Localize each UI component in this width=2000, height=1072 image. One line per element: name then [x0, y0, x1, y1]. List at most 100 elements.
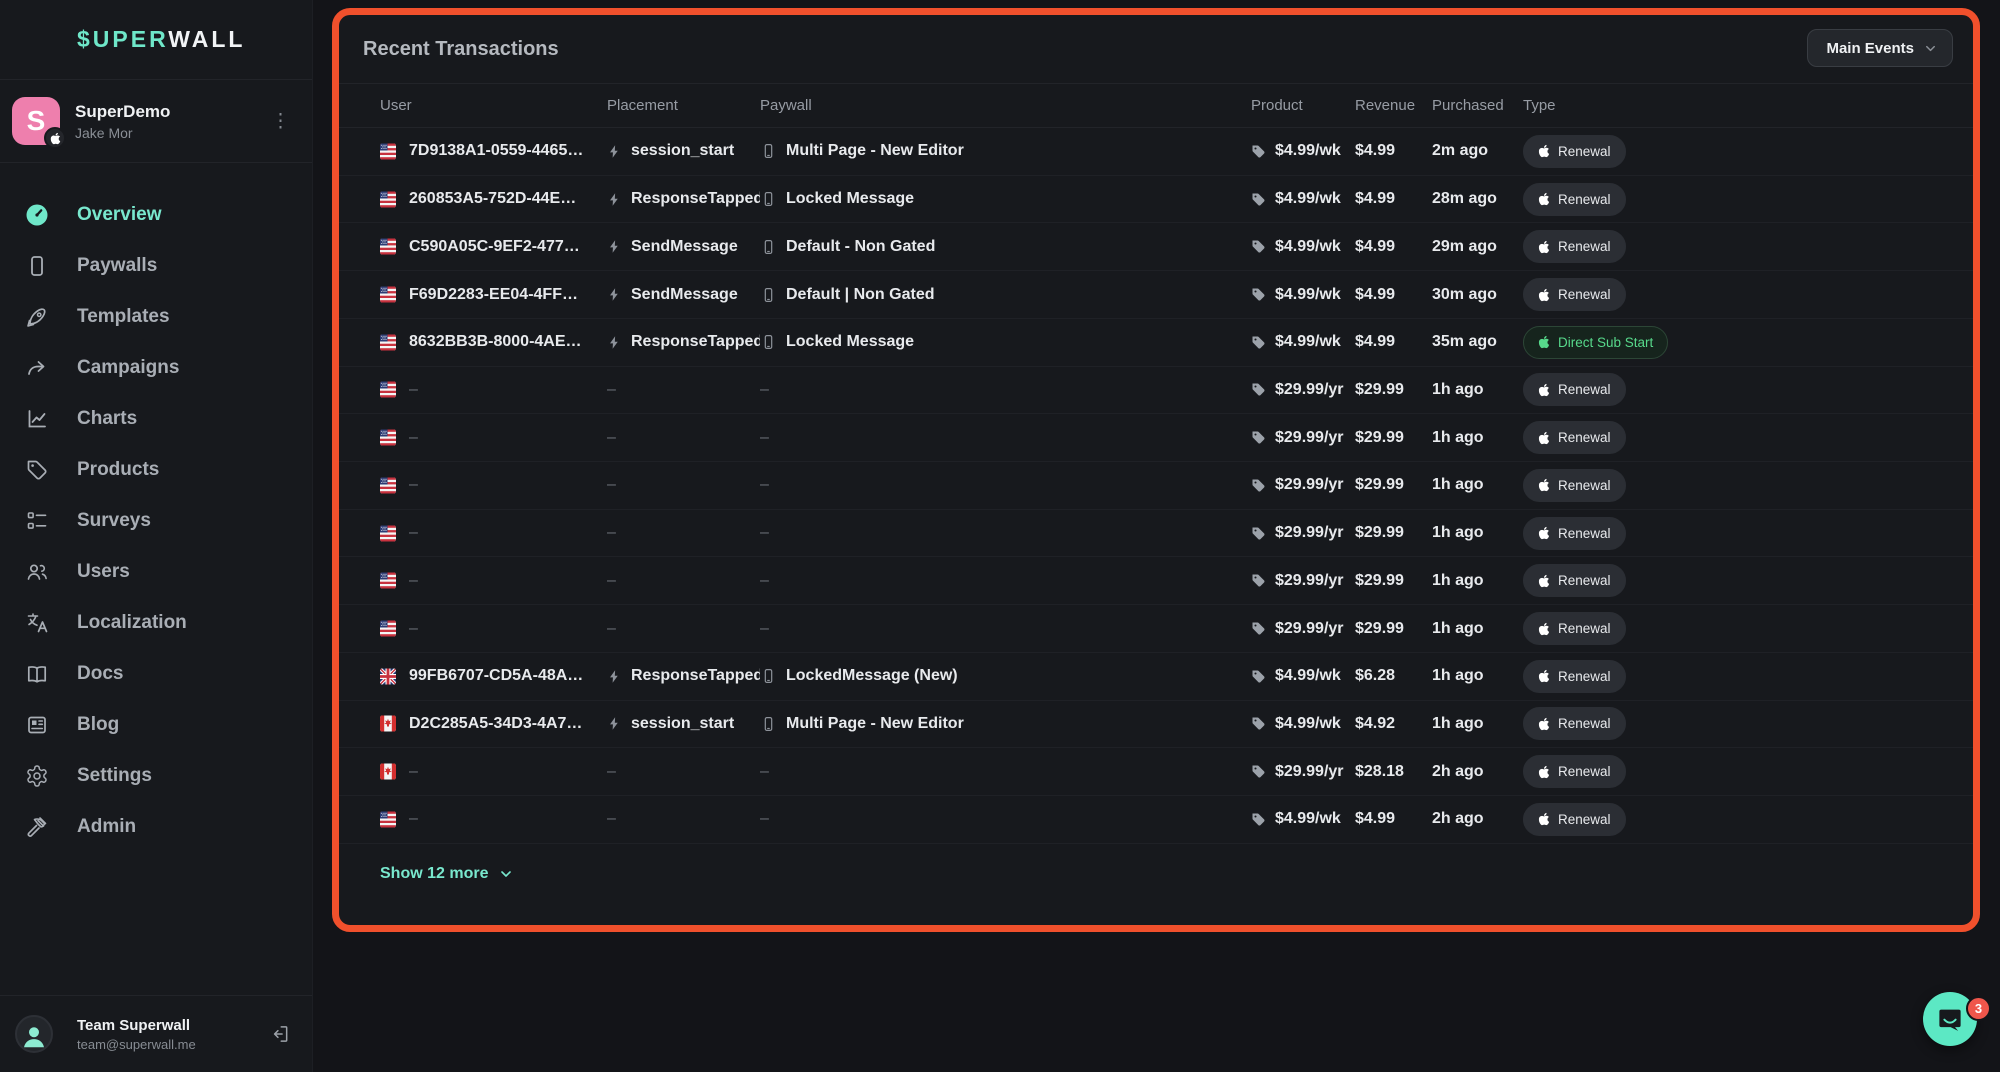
bolt-icon — [607, 238, 622, 255]
events-filter-button[interactable]: Main Events — [1807, 29, 1953, 67]
product-cell: $4.99/wk — [1251, 715, 1355, 733]
user-cell: – — [380, 429, 607, 447]
placement-name: session_start — [631, 715, 734, 733]
sidebar-item-charts[interactable]: Charts — [0, 393, 312, 444]
paywall-cell: Locked Message — [760, 190, 1251, 208]
table-row[interactable]: ––– $29.99/yr$28.182h ago Renewal — [339, 748, 1973, 796]
account-name: Team Superwall — [77, 1017, 270, 1034]
placement-cell: SendMessage — [607, 286, 760, 304]
user-cell: – — [380, 620, 607, 638]
type-badge: Renewal — [1523, 469, 1626, 502]
placement-cell: – — [607, 381, 760, 399]
tag-icon — [1251, 192, 1266, 207]
tag-icon — [1251, 764, 1266, 779]
logout-icon[interactable] — [270, 1024, 290, 1044]
table-row[interactable]: F69D2283-EE04-4FF… SendMessage Default |… — [339, 271, 1973, 319]
user-id: – — [409, 810, 418, 828]
apple-icon — [1538, 765, 1550, 779]
flag-ca-icon — [380, 763, 396, 780]
table-row[interactable]: D2C285A5-34D3-4A7… session_start Multi P… — [339, 701, 1973, 749]
paywall-name: Multi Page - New Editor — [786, 142, 964, 160]
bolt-icon — [607, 191, 622, 208]
workspace-menu-icon[interactable]: ⋮ — [265, 108, 296, 135]
gauge-icon — [25, 203, 49, 227]
user-cell: – — [380, 763, 607, 781]
user-id: – — [409, 381, 418, 399]
type-label: Renewal — [1558, 669, 1611, 684]
tag-icon — [25, 458, 49, 482]
phone-icon — [760, 333, 777, 351]
sidebar-item-campaigns[interactable]: Campaigns — [0, 342, 312, 393]
type-badge: Direct Sub Start — [1523, 326, 1668, 359]
product-cell: $4.99/wk — [1251, 238, 1355, 256]
table-row[interactable]: 8632BB3B-8000-4AE… ResponseTapped Locked… — [339, 319, 1973, 367]
placement-name: ResponseTapped — [631, 190, 760, 208]
table-row[interactable]: 7D9138A1-0559-4465… session_start Multi … — [339, 128, 1973, 176]
paywall-cell: Default - Non Gated — [760, 238, 1251, 256]
flag-us-icon — [380, 477, 396, 494]
flag-us-icon — [380, 238, 396, 255]
type-cell: Renewal — [1523, 278, 1973, 311]
sidebar-item-paywalls[interactable]: Paywalls — [0, 240, 312, 291]
workspace-switcher[interactable]: S SuperDemo Jake Mor ⋮ — [0, 80, 312, 163]
table-row[interactable]: 99FB6707-CD5A-48A… ResponseTapped Locked… — [339, 653, 1973, 701]
placement-name: ResponseTapped — [631, 667, 760, 685]
flag-us-icon — [380, 620, 396, 637]
show-more-button[interactable]: Show 12 more — [380, 865, 514, 883]
sidebar-item-surveys[interactable]: Surveys — [0, 495, 312, 546]
paywall-cell: – — [760, 381, 1251, 399]
product-price: $29.99/yr — [1275, 476, 1344, 494]
account-avatar — [15, 1015, 53, 1053]
table-row[interactable]: ––– $29.99/yr$29.991h ago Renewal — [339, 367, 1973, 415]
sidebar-item-blog[interactable]: Blog — [0, 699, 312, 750]
product-cell: $29.99/yr — [1251, 429, 1355, 447]
user-id: F69D2283-EE04-4FF… — [409, 286, 578, 304]
type-cell: Renewal — [1523, 660, 1973, 693]
table-row[interactable]: C590A05C-9EF2-477… SendMessage Default -… — [339, 223, 1973, 271]
revenue-cell: $29.99 — [1355, 620, 1432, 638]
product-price: $29.99/yr — [1275, 429, 1344, 447]
sidebar-item-localization[interactable]: Localization — [0, 597, 312, 648]
sidebar-item-users[interactable]: Users — [0, 546, 312, 597]
sidebar-item-products[interactable]: Products — [0, 444, 312, 495]
user-cell: C590A05C-9EF2-477… — [380, 238, 607, 256]
product-cell: $4.99/wk — [1251, 810, 1355, 828]
apple-icon — [1538, 717, 1550, 731]
table-row[interactable]: ––– $29.99/yr$29.991h ago Renewal — [339, 462, 1973, 510]
table-row[interactable]: ––– $29.99/yr$29.991h ago Renewal — [339, 414, 1973, 462]
sidebar-item-templates[interactable]: Templates — [0, 291, 312, 342]
gear-icon — [25, 764, 49, 788]
apple-icon — [1538, 478, 1550, 492]
placement-cell: session_start — [607, 142, 760, 160]
purchased-cell: 1h ago — [1432, 667, 1523, 685]
chat-unread-badge: 3 — [1966, 996, 1991, 1021]
product-price: $4.99/wk — [1275, 333, 1341, 351]
type-cell: Renewal — [1523, 803, 1973, 836]
main-content: Recent Transactions Main Events UserPlac… — [313, 0, 2000, 1072]
table-row[interactable]: ––– $29.99/yr$29.991h ago Renewal — [339, 510, 1973, 558]
sidebar-item-docs[interactable]: Docs — [0, 648, 312, 699]
placement-name: SendMessage — [631, 286, 738, 304]
tag-icon — [1251, 239, 1266, 254]
paywall-name: Default | Non Gated — [786, 286, 934, 304]
product-price: $4.99/wk — [1275, 667, 1341, 685]
sidebar-item-label: Docs — [77, 663, 123, 685]
table-row[interactable]: ––– $29.99/yr$29.991h ago Renewal — [339, 605, 1973, 653]
table-row[interactable]: ––– $4.99/wk$4.992h ago Renewal — [339, 796, 1973, 844]
table-row[interactable]: ––– $29.99/yr$29.991h ago Renewal — [339, 557, 1973, 605]
type-label: Renewal — [1558, 382, 1611, 397]
paywall-cell: – — [760, 476, 1251, 494]
purchased-cell: 1h ago — [1432, 620, 1523, 638]
user-cell: – — [380, 572, 607, 590]
tag-icon — [1251, 669, 1266, 684]
sidebar-item-admin[interactable]: Admin — [0, 801, 312, 852]
table-row[interactable]: 260853A5-752D-44E… ResponseTapped Locked… — [339, 176, 1973, 224]
tag-icon — [1251, 526, 1266, 541]
type-cell: Renewal — [1523, 612, 1973, 645]
sidebar-item-overview[interactable]: Overview — [0, 189, 312, 240]
chevron-down-icon — [498, 866, 514, 882]
flag-us-icon — [380, 429, 396, 446]
superwall-logo: $UPERWALL — [77, 26, 245, 53]
sidebar-item-settings[interactable]: Settings — [0, 750, 312, 801]
apple-icon — [1538, 574, 1550, 588]
